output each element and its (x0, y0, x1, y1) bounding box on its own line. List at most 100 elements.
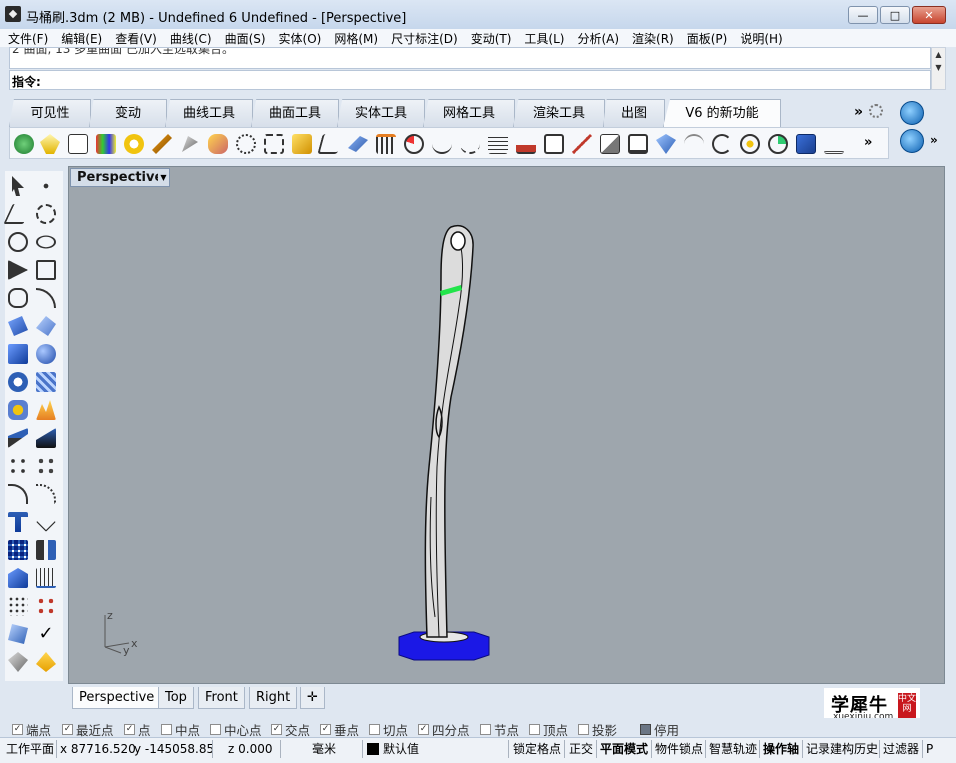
house-solid-icon[interactable] (8, 568, 28, 588)
render-settings-icon[interactable] (900, 129, 924, 153)
maximize-button[interactable]: □ (880, 6, 910, 24)
menu-help[interactable]: 说明(H) (740, 30, 782, 47)
array-icon[interactable] (8, 540, 28, 560)
status-cplane[interactable]: 工作平面 (4, 739, 56, 759)
status-osnap[interactable]: 物件锁点 (653, 739, 705, 759)
dotted-grid-icon[interactable] (264, 134, 284, 154)
rhino-app-icon[interactable] (5, 6, 21, 22)
status-filter[interactable]: 过滤器 (881, 739, 921, 759)
color-swatch-icon[interactable] (96, 134, 116, 154)
point-grid-icon[interactable] (8, 596, 28, 616)
boolean-icon[interactable] (8, 456, 28, 476)
viewtab-right[interactable]: Right (249, 687, 298, 709)
close-button[interactable]: ✕ (912, 6, 946, 24)
point-icon[interactable] (36, 176, 56, 196)
polygon-icon[interactable] (8, 288, 28, 308)
brush-handle[interactable] (424, 225, 474, 638)
surface-icon[interactable] (8, 316, 28, 336)
ring-icon[interactable] (124, 134, 144, 154)
patch-icon[interactable] (36, 316, 56, 336)
command-input[interactable]: 指令: (9, 70, 931, 90)
mirror-icon[interactable] (36, 540, 56, 560)
ruler-icon[interactable] (824, 134, 844, 154)
gauge-icon[interactable] (404, 134, 424, 154)
minimize-button[interactable]: — (848, 6, 878, 24)
tab-v6-new-features[interactable]: V6 的新功能 (663, 99, 781, 127)
hatch-icon[interactable] (600, 134, 620, 154)
arc-icon[interactable] (712, 134, 732, 154)
ellipse-icon[interactable] (36, 235, 56, 249)
osnap-int-checkbox[interactable] (271, 724, 282, 735)
blue-box-icon[interactable] (796, 134, 816, 154)
tab-render-tools[interactable]: 渲染工具 (513, 99, 605, 127)
dimension-icon[interactable] (36, 512, 56, 532)
status-smart-track[interactable]: 智慧轨迹 (707, 739, 759, 759)
mesh-icon[interactable] (36, 372, 56, 392)
perspective-viewport[interactable]: z y x (68, 166, 945, 684)
zoom-icon[interactable] (740, 134, 760, 154)
control-points-icon[interactable] (36, 596, 56, 616)
bar-chart-icon[interactable] (516, 134, 536, 154)
bend-icon[interactable] (8, 484, 28, 504)
wave-icon[interactable] (684, 134, 704, 154)
menu-mesh[interactable]: 网格(M) (334, 30, 378, 47)
light-bulb-icon[interactable] (40, 134, 60, 154)
menu-analyze[interactable]: 分析(A) (577, 30, 619, 47)
select-box-icon[interactable] (68, 134, 88, 154)
dashed-curve-icon[interactable] (460, 134, 480, 154)
menu-solid[interactable]: 实体(O) (279, 30, 322, 47)
osnap-vertex-checkbox[interactable] (529, 724, 540, 735)
status-grid-snap[interactable]: 锁定格点 (511, 739, 563, 759)
viewport-title[interactable]: Perspective (70, 168, 171, 187)
toolbar-overflow-button[interactable]: » (864, 135, 872, 150)
arrow-icon[interactable] (348, 136, 368, 152)
select-arrow-icon[interactable] (12, 176, 24, 196)
monitor-icon[interactable] (628, 134, 648, 154)
tab-transform[interactable]: 变动 (89, 99, 167, 127)
burst-icon[interactable] (36, 400, 56, 420)
viewtab-top[interactable]: Top (158, 687, 194, 709)
osnap-point-checkbox[interactable] (124, 724, 135, 735)
menu-panels[interactable]: 面板(P) (687, 30, 728, 47)
page-icon[interactable] (8, 624, 28, 644)
chain-icon[interactable] (208, 134, 228, 154)
curve-loop-icon[interactable] (236, 134, 256, 154)
magnet-icon[interactable] (152, 134, 172, 154)
sphere-icon[interactable] (36, 344, 56, 364)
tab-surface-tools[interactable]: 曲面工具 (251, 99, 339, 127)
tab-solid-tools[interactable]: 实体工具 (337, 99, 425, 127)
comb-icon[interactable] (376, 134, 396, 154)
flow-icon[interactable] (36, 484, 56, 504)
yellow-diamond-icon[interactable] (36, 652, 56, 672)
osnap-center-checkbox[interactable] (210, 724, 221, 735)
viewport-menu-arrow[interactable]: ▼ (158, 168, 170, 187)
viewtab-perspective[interactable]: Perspective (72, 687, 162, 709)
pen-icon[interactable] (182, 136, 198, 152)
menu-dimension[interactable]: 尺寸标注(D) (391, 30, 458, 47)
menu-view[interactable]: 查看(V) (115, 30, 157, 47)
menu-tools[interactable]: 工具(L) (524, 30, 564, 47)
rectangle-icon[interactable] (36, 260, 56, 280)
status-gumball[interactable]: 操作轴 (761, 739, 801, 759)
menu-curve[interactable]: 曲线(C) (170, 30, 212, 47)
osnap-near-checkbox[interactable] (62, 724, 73, 735)
osnap-disable-checkbox[interactable] (640, 724, 651, 735)
clock-icon[interactable] (768, 134, 788, 154)
add-viewport-button[interactable]: ✛ (300, 687, 325, 709)
menu-render[interactable]: 渲染(R) (632, 30, 674, 47)
yellow-cube-icon[interactable] (292, 134, 312, 154)
fillet-icon[interactable] (36, 288, 56, 308)
osnap-end-checkbox[interactable] (12, 724, 23, 735)
osnap-perp-checkbox[interactable] (320, 724, 331, 735)
diagonal-line-icon[interactable] (572, 134, 592, 154)
viewtab-front[interactable]: Front (198, 687, 245, 709)
tab-visibility[interactable]: 可见性 (9, 99, 91, 127)
gear-icon[interactable] (869, 104, 883, 118)
polyline-icon[interactable] (3, 204, 33, 224)
checkmark-icon[interactable]: ✓ (36, 624, 56, 644)
gray-solid-icon[interactable] (8, 652, 28, 672)
osnap-quad-checkbox[interactable] (418, 724, 429, 735)
curve-icon[interactable] (36, 204, 56, 224)
group-icon[interactable] (36, 456, 56, 476)
status-extra[interactable]: P (924, 739, 935, 759)
